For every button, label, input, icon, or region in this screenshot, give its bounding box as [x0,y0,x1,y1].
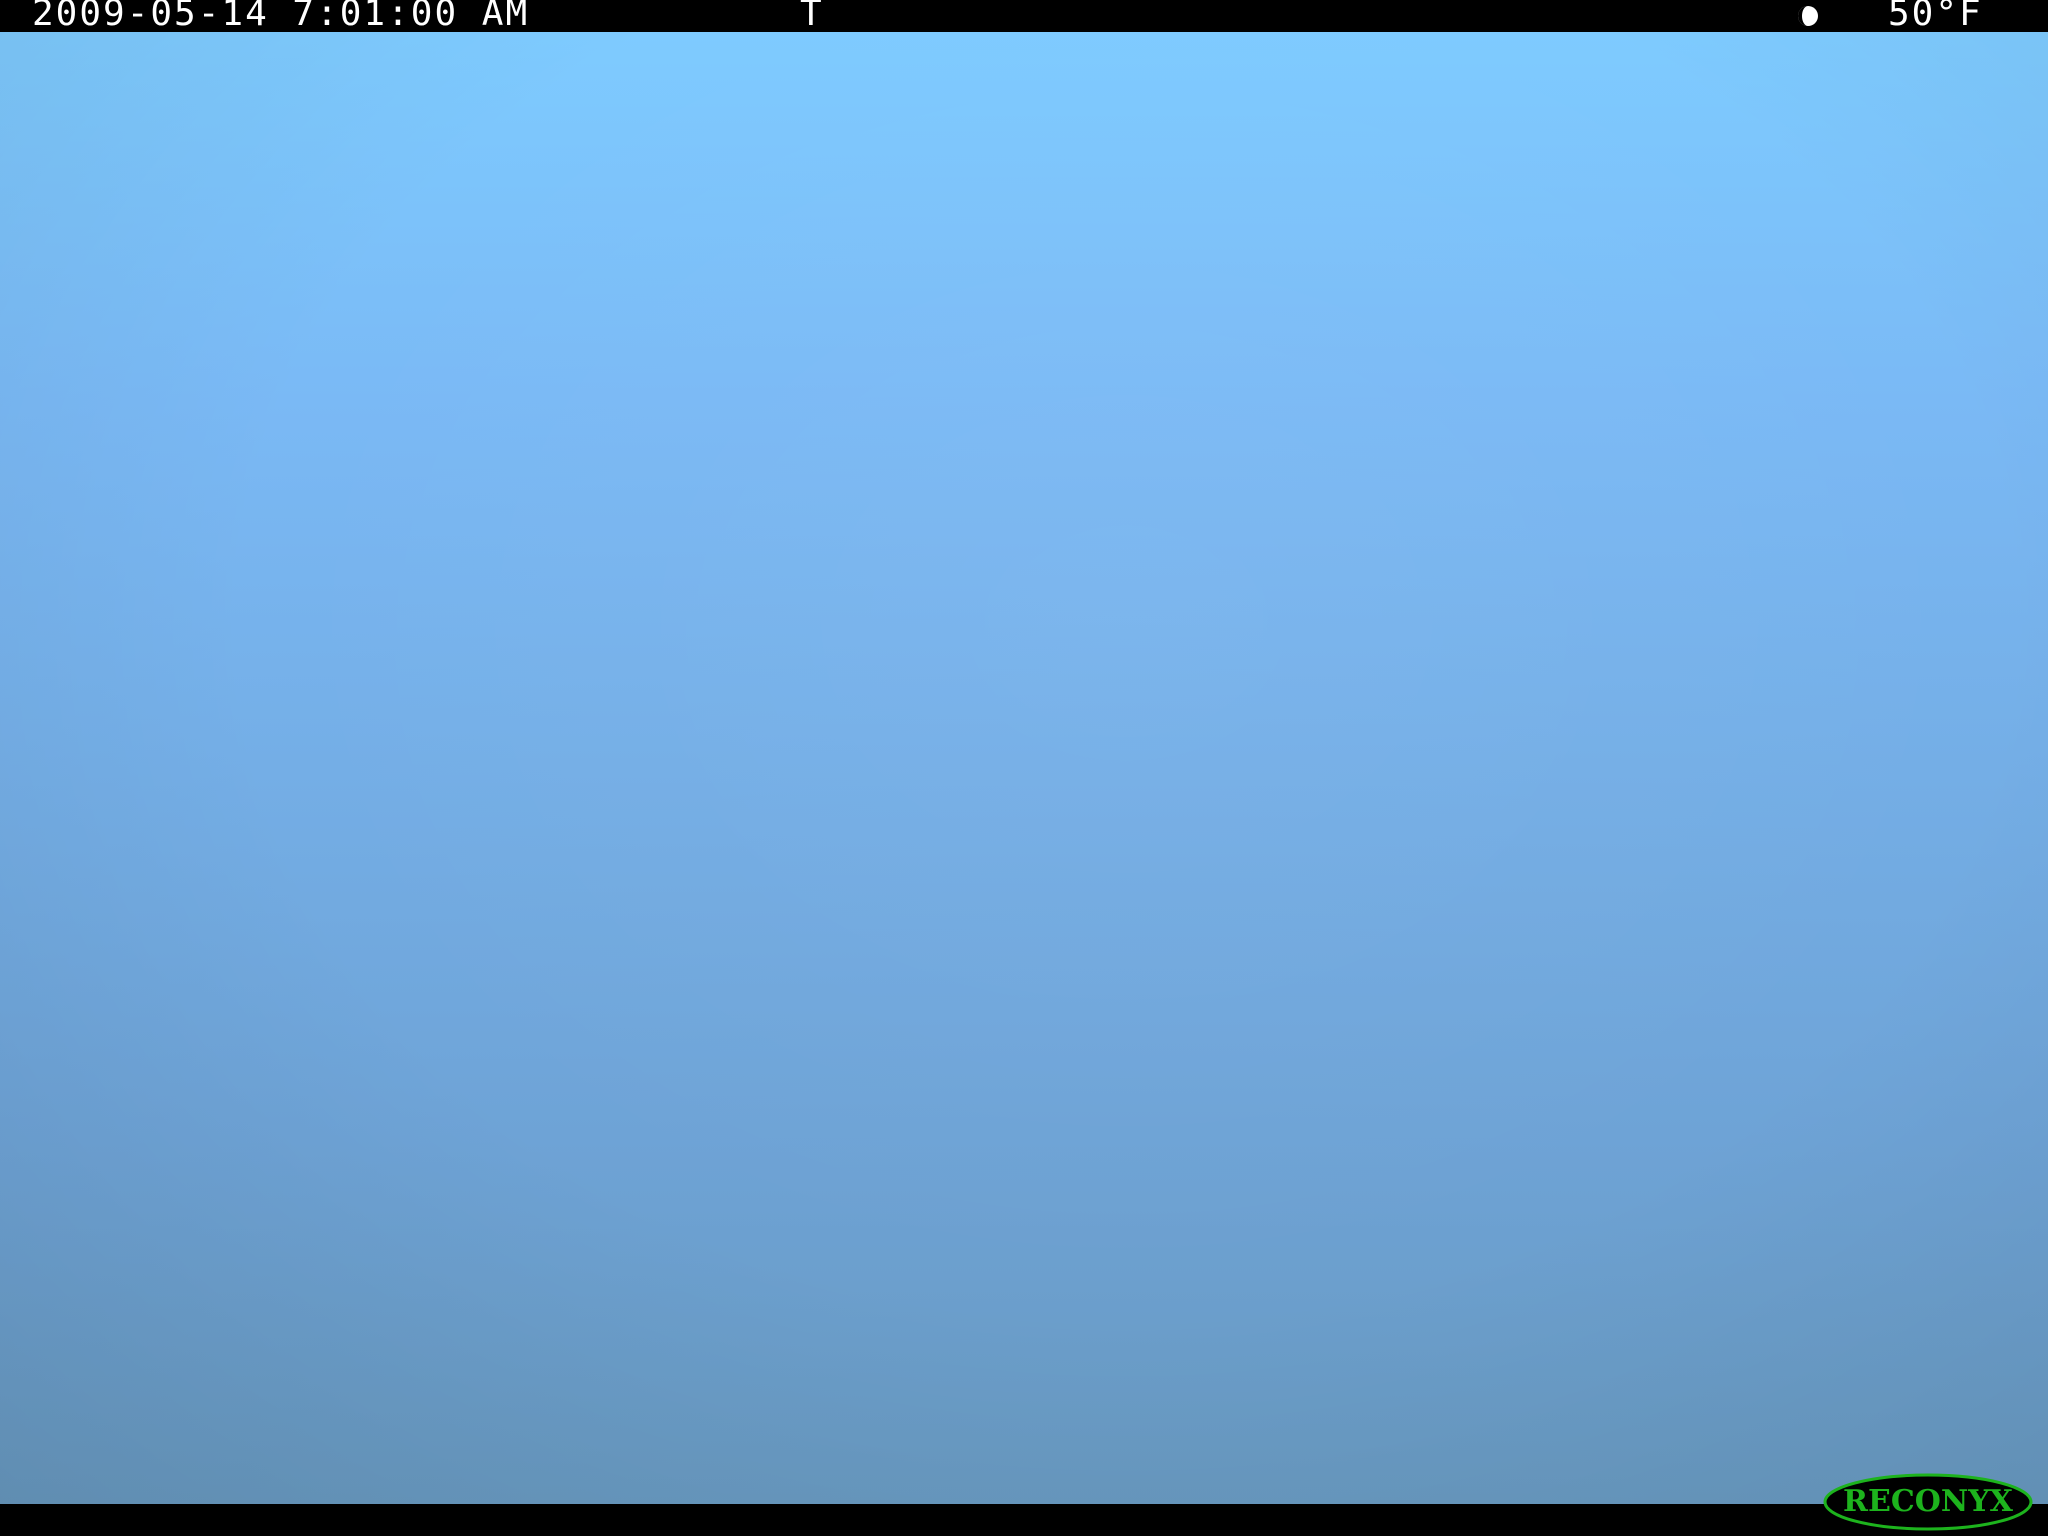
sky-vignette [0,32,2048,1504]
logo-text: RECONYX [1843,1484,2014,1519]
bottom-bar [0,1504,2048,1536]
trigger-mode: T [800,0,824,34]
info-bar: 2009-05-14 7:01:00 AM T 50°F [0,0,2048,32]
camera-frame: 2009-05-14 7:01:00 AM T 50°F RECONYX [0,0,2048,1536]
reconyx-logo: RECONYX [1823,1473,2033,1531]
timestamp: 2009-05-14 7:01:00 AM [32,0,530,34]
moon-phase-icon [1798,6,1818,26]
temperature: 50°F [1888,0,1983,34]
sky-photo [0,32,2048,1504]
